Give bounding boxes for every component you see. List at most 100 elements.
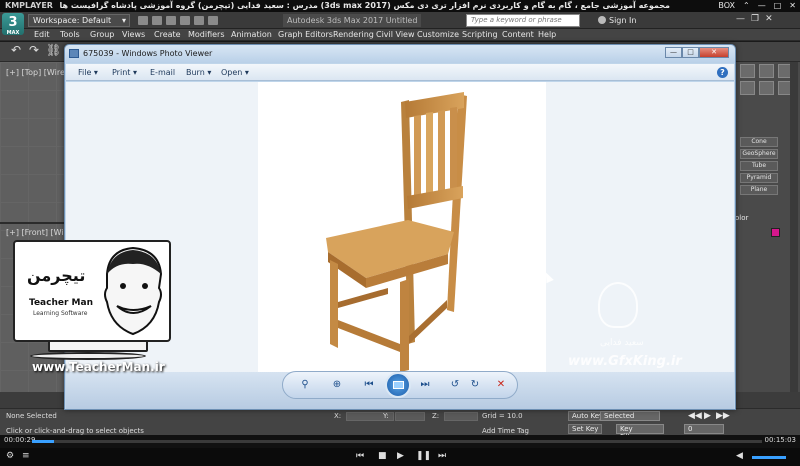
menu-create[interactable]: Create bbox=[154, 29, 181, 41]
next-icon[interactable]: ⏭ bbox=[438, 451, 446, 461]
viewport-top-label[interactable]: [+] [Top] [Wire] bbox=[6, 68, 68, 77]
add-time-tag[interactable]: Add Time Tag bbox=[482, 427, 529, 435]
key-filters-button[interactable]: Key Filters... bbox=[616, 424, 664, 441]
photo-viewer-command-bar: File ▾ Print ▾ E-mail Burn ▾ Open ▾ ? bbox=[66, 64, 734, 81]
pyramid-button[interactable]: Pyramid bbox=[740, 173, 778, 183]
redo-icon[interactable] bbox=[194, 16, 204, 25]
chevron-down-icon: ▾ bbox=[121, 16, 126, 25]
play-button-icon[interactable]: ▶ bbox=[397, 451, 404, 461]
burn-menu[interactable]: Burn ▾ bbox=[186, 64, 211, 81]
cone-button[interactable]: Cone bbox=[740, 137, 778, 147]
undo-icon[interactable]: ↶ bbox=[10, 44, 22, 56]
color-label: olor bbox=[735, 214, 749, 222]
stop-icon[interactable]: ■ bbox=[378, 451, 387, 461]
minimize-button[interactable]: — bbox=[665, 47, 682, 58]
next-icon[interactable]: ⏭ bbox=[418, 379, 432, 391]
teacherman-url: www.TeacherMan.ir bbox=[32, 360, 165, 374]
y-coord-field[interactable] bbox=[395, 412, 425, 421]
save-icon[interactable] bbox=[166, 16, 176, 25]
volume-icon[interactable]: ◀ bbox=[736, 451, 743, 461]
prev-frame-icon[interactable]: ◀◀ bbox=[688, 411, 702, 421]
wooden-chair-image bbox=[326, 92, 467, 372]
project-icon[interactable] bbox=[208, 16, 218, 25]
geosphere-button[interactable]: GeoSphere bbox=[740, 149, 778, 159]
undo-icon[interactable] bbox=[180, 16, 190, 25]
current-frame-field[interactable]: 0 bbox=[684, 424, 724, 434]
menu-bar: Edit Tools Group Views Create Modifiers … bbox=[0, 29, 800, 41]
open-label: Open bbox=[221, 68, 243, 77]
volume-slider[interactable] bbox=[752, 456, 786, 459]
menu-scripting[interactable]: Scripting bbox=[462, 29, 498, 41]
gfxking-name: سعید فدایی bbox=[600, 338, 644, 348]
menu-civil-view[interactable]: Civil View bbox=[376, 29, 415, 41]
menu-tools[interactable]: Tools bbox=[60, 29, 80, 41]
create-tab-icon[interactable] bbox=[740, 64, 755, 78]
menu-edit[interactable]: Edit bbox=[34, 29, 50, 41]
photo-viewer-title-bar[interactable]: 675039 - Windows Photo Viewer — □ ✕ bbox=[65, 45, 735, 63]
box-button[interactable]: BOX bbox=[718, 0, 735, 12]
seek-bar-fill bbox=[32, 440, 54, 443]
workspace-label: Workspace: Default bbox=[33, 16, 112, 25]
restore-icon[interactable]: ❐ bbox=[751, 14, 759, 24]
close-button[interactable]: ✕ bbox=[789, 0, 796, 12]
open-menu[interactable]: Open ▾ bbox=[221, 64, 249, 81]
gfxking-logo-icon bbox=[598, 282, 638, 328]
teacher-man-label: Teacher Man bbox=[29, 298, 93, 308]
menu-animation[interactable]: Animation bbox=[231, 29, 272, 41]
display-tab-icon[interactable] bbox=[759, 81, 774, 95]
settings-icon[interactable]: ⚙ bbox=[6, 451, 14, 461]
photo-viewer-window-buttons: — □ ✕ bbox=[665, 47, 729, 58]
file-menu[interactable]: File ▾ bbox=[78, 64, 98, 81]
pin-button[interactable]: ⌃ bbox=[743, 0, 750, 12]
seek-bar[interactable] bbox=[32, 440, 762, 443]
print-menu[interactable]: Print ▾ bbox=[112, 64, 137, 81]
rotate-left-icon[interactable]: ↺ bbox=[448, 379, 462, 391]
redo-icon[interactable]: ↷ bbox=[28, 44, 40, 56]
prev-icon[interactable]: ⏮ bbox=[356, 451, 364, 461]
close-button[interactable]: ✕ bbox=[699, 47, 729, 58]
max-application-button[interactable]: 3 MAX bbox=[2, 13, 24, 36]
file-label: File bbox=[78, 68, 92, 77]
set-key-button[interactable]: Set Key bbox=[568, 424, 603, 434]
next-frame-icon[interactable]: ▶▶ bbox=[716, 411, 730, 421]
motion-tab-icon[interactable] bbox=[740, 81, 755, 95]
modify-tab-icon[interactable] bbox=[759, 64, 774, 78]
command-panel-scrollbar[interactable] bbox=[790, 62, 798, 392]
maximize-button[interactable]: □ bbox=[774, 0, 782, 12]
plane-button[interactable]: Plane bbox=[740, 185, 778, 195]
actual-size-icon[interactable]: ⊕ bbox=[330, 379, 344, 391]
help-icon[interactable]: ? bbox=[717, 67, 728, 78]
menu-rendering[interactable]: Rendering bbox=[333, 29, 374, 41]
slide-show-button[interactable] bbox=[385, 372, 411, 398]
maximize-button[interactable]: □ bbox=[682, 47, 699, 58]
email-button[interactable]: E-mail bbox=[150, 64, 175, 81]
pause-icon[interactable]: ❚❚ bbox=[416, 451, 431, 461]
z-coord-field[interactable] bbox=[444, 412, 478, 421]
previous-icon[interactable]: ⏮ bbox=[362, 379, 376, 391]
minimize-button[interactable]: — bbox=[758, 0, 766, 12]
zoom-icon[interactable]: ⚲ bbox=[298, 379, 312, 391]
menu-graph-editors[interactable]: Graph Editors bbox=[278, 29, 333, 41]
tube-button[interactable]: Tube bbox=[740, 161, 778, 171]
new-icon[interactable] bbox=[138, 16, 148, 25]
playlist-icon[interactable]: ≡ bbox=[22, 451, 30, 461]
key-selection-dropdown[interactable]: Selected bbox=[600, 411, 660, 421]
object-color-swatch[interactable] bbox=[771, 228, 780, 237]
time-total: 00:15:03 bbox=[764, 436, 796, 444]
rotate-right-icon[interactable]: ↻ bbox=[468, 379, 482, 391]
sign-in-button[interactable]: Sign In bbox=[598, 14, 636, 27]
close-icon[interactable]: ✕ bbox=[765, 14, 773, 24]
link-icon[interactable]: ⛓ bbox=[46, 44, 61, 56]
menu-modifiers[interactable]: Modifiers bbox=[188, 29, 225, 41]
workspace-dropdown[interactable]: Workspace: Default ▾ bbox=[28, 14, 130, 27]
search-input[interactable]: Type a keyword or phrase bbox=[466, 14, 580, 27]
minimize-icon[interactable]: — bbox=[736, 14, 745, 24]
play-icon[interactable]: ▶ bbox=[704, 411, 711, 421]
menu-content[interactable]: Content bbox=[502, 29, 534, 41]
menu-customize[interactable]: Customize bbox=[417, 29, 459, 41]
menu-group[interactable]: Group bbox=[90, 29, 114, 41]
delete-icon[interactable]: ✕ bbox=[494, 379, 508, 391]
menu-help[interactable]: Help bbox=[538, 29, 556, 41]
open-icon[interactable] bbox=[152, 16, 162, 25]
menu-views[interactable]: Views bbox=[122, 29, 145, 41]
